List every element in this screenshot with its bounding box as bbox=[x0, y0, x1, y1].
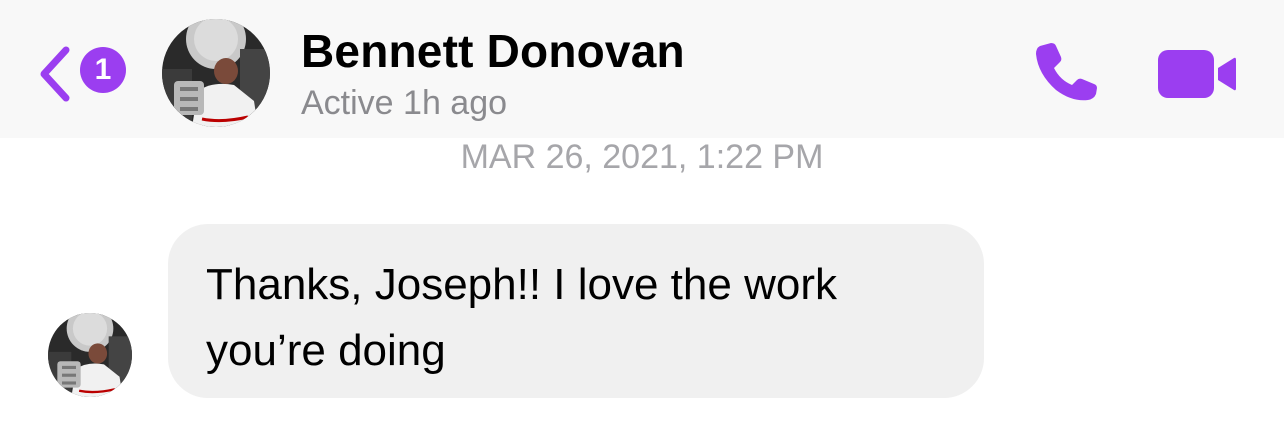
contact-name[interactable]: Bennett Donovan bbox=[301, 24, 685, 78]
video-call-button[interactable] bbox=[1156, 48, 1238, 100]
unread-count-badge: 1 bbox=[80, 47, 126, 93]
contact-avatar[interactable] bbox=[162, 19, 270, 127]
video-camera-icon bbox=[1158, 50, 1236, 98]
back-button[interactable]: 1 bbox=[36, 44, 136, 104]
conversation-header: 1 Bennett Donovan Active 1h ago bbox=[0, 0, 1284, 138]
active-status: Active 1h ago bbox=[301, 84, 508, 122]
incoming-message-bubble[interactable]: Thanks, Joseph!! I love the work you’re … bbox=[168, 224, 984, 398]
phone-icon bbox=[1036, 43, 1097, 101]
audio-call-button[interactable] bbox=[1030, 38, 1102, 104]
timestamp-text: MAR 26, 2021, 1:22 PM bbox=[460, 138, 824, 176]
message-timestamp: MAR 26, 2021, 1:22 PM bbox=[0, 138, 1284, 177]
sender-avatar[interactable] bbox=[48, 313, 132, 397]
chevron-left-icon bbox=[40, 46, 70, 102]
